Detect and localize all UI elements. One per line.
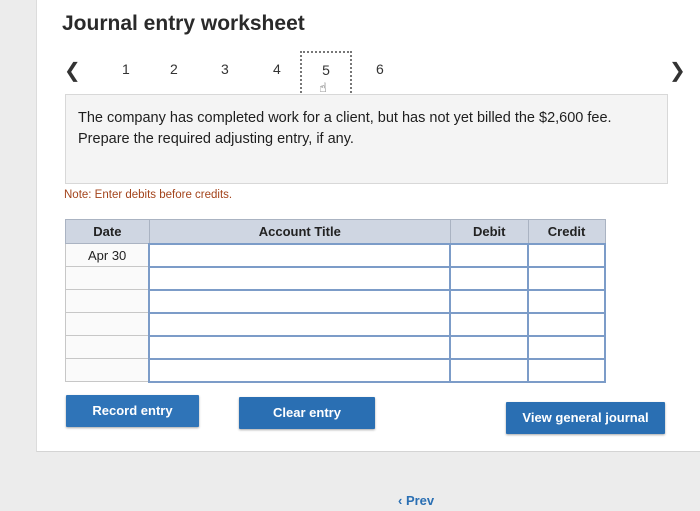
date-cell — [65, 358, 150, 382]
debit-input[interactable] — [449, 357, 530, 383]
credit-input[interactable] — [527, 265, 606, 291]
table-row — [65, 265, 606, 291]
prev-link[interactable]: ‹ Prev — [398, 493, 434, 508]
note-text: Note: Enter debits before credits. — [64, 189, 233, 201]
table-row — [65, 357, 606, 383]
chevron-left-icon[interactable]: ❮ — [64, 58, 81, 83]
date-cell — [65, 312, 150, 336]
date-cell — [65, 289, 150, 313]
credit-input[interactable] — [527, 242, 606, 268]
debit-input[interactable] — [449, 288, 530, 314]
column-header-credit: Credit — [527, 219, 606, 244]
step-3[interactable]: 3 — [221, 61, 229, 77]
step-4[interactable]: 4 — [273, 61, 281, 77]
step-navigation: ❮ 1 2 3 4 5 ☝ 6 ❯ — [37, 51, 700, 97]
account-title-input[interactable] — [148, 265, 452, 291]
clear-entry-button[interactable]: Clear entry — [239, 397, 375, 429]
column-header-debit: Debit — [449, 219, 529, 244]
date-cell — [65, 266, 150, 290]
credit-input[interactable] — [527, 311, 606, 337]
column-header-account-title: Account Title — [148, 219, 451, 244]
table-row: Apr 30 — [65, 242, 606, 268]
step-5-active[interactable]: 5 ☝ — [300, 51, 352, 97]
account-title-input[interactable] — [148, 357, 452, 383]
date-cell — [65, 335, 150, 359]
column-header-date: Date — [65, 219, 150, 244]
bottom-navigation-bar: ‹ Prev — [0, 454, 700, 511]
step-2[interactable]: 2 — [170, 61, 178, 77]
worksheet-title: Journal entry worksheet — [62, 12, 305, 35]
worksheet-panel: Journal entry worksheet ❮ 1 2 3 4 5 ☝ 6 … — [36, 0, 700, 452]
table-row — [65, 288, 606, 314]
credit-input[interactable] — [527, 357, 606, 383]
chevron-left-icon: ‹ — [398, 493, 406, 508]
step-5-label: 5 — [322, 62, 330, 78]
table-row — [65, 311, 606, 337]
credit-input[interactable] — [527, 288, 606, 314]
account-title-input[interactable] — [148, 334, 452, 360]
credit-input[interactable] — [527, 334, 606, 360]
account-title-input[interactable] — [148, 311, 452, 337]
step-1[interactable]: 1 — [122, 61, 130, 77]
chevron-right-icon[interactable]: ❯ — [669, 58, 686, 83]
journal-entry-table: Date Account Title Debit Credit Apr 30 — [65, 219, 606, 383]
prev-label: Prev — [405, 493, 435, 508]
question-text: The company has completed work for a cli… — [65, 94, 668, 184]
record-entry-button[interactable]: Record entry — [66, 395, 199, 427]
debit-input[interactable] — [449, 242, 530, 268]
account-title-input[interactable] — [148, 242, 452, 268]
account-title-input[interactable] — [148, 288, 452, 314]
step-6[interactable]: 6 — [376, 61, 384, 77]
table-row — [65, 334, 606, 360]
debit-input[interactable] — [449, 311, 530, 337]
date-cell: Apr 30 — [65, 243, 150, 267]
view-general-journal-button[interactable]: View general journal — [506, 402, 665, 434]
debit-input[interactable] — [449, 334, 530, 360]
debit-input[interactable] — [449, 265, 530, 291]
